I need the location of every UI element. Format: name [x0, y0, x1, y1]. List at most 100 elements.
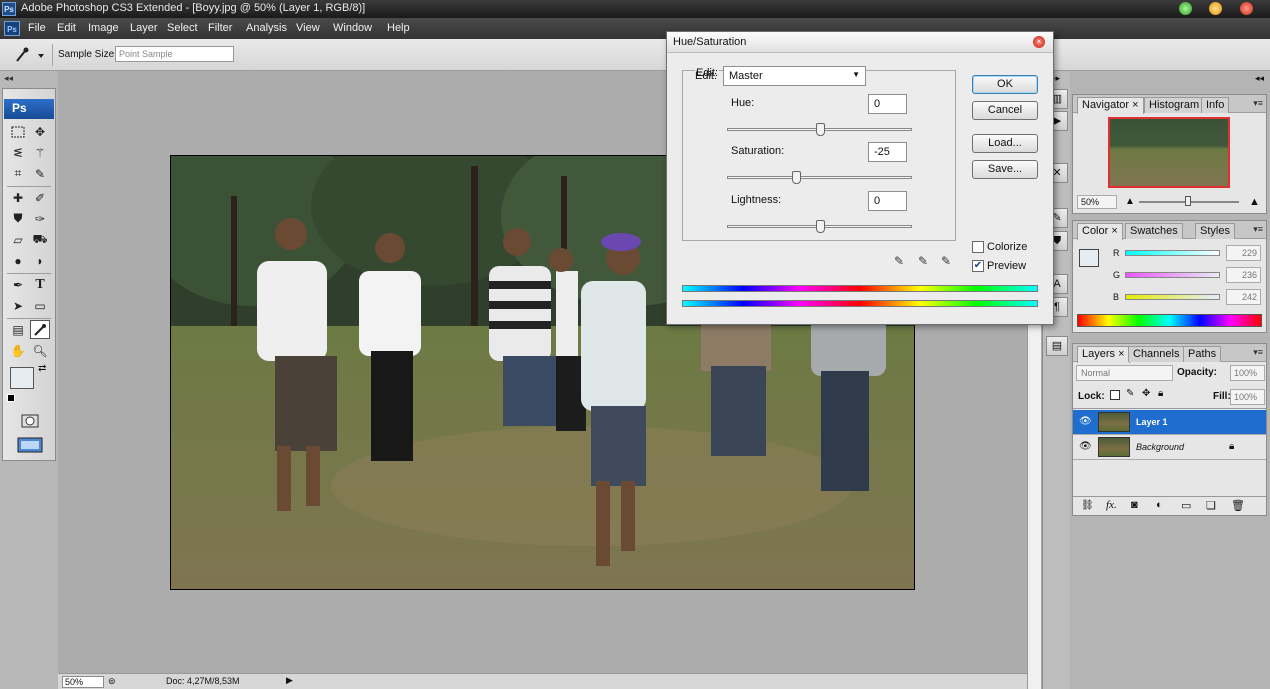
status-menu-arrow-icon[interactable]: ▶: [286, 675, 296, 689]
brush-tool-icon[interactable]: ✐: [30, 188, 50, 207]
visibility-eye-icon[interactable]: 👁︎: [1079, 416, 1092, 427]
eyedropper-icon[interactable]: ✎: [891, 254, 907, 270]
menu-select[interactable]: Select: [167, 22, 198, 34]
g-value[interactable]: 236: [1226, 267, 1261, 283]
lock-all-icon[interactable]: 🔒︎: [1158, 388, 1163, 399]
saturation-slider[interactable]: [727, 171, 912, 184]
opacity-field[interactable]: 100%: [1230, 365, 1265, 381]
fill-field[interactable]: 100%: [1230, 389, 1265, 405]
lightness-slider[interactable]: [727, 220, 912, 233]
zoom-in-icon[interactable]: ▲: [1249, 196, 1260, 208]
type-tool-icon[interactable]: T: [30, 275, 50, 294]
ok-button[interactable]: OK: [972, 75, 1038, 94]
menu-analysis[interactable]: Analysis: [246, 22, 287, 34]
dodge-tool-icon[interactable]: ◗: [30, 251, 50, 270]
lock-transparency-icon[interactable]: [1110, 390, 1120, 400]
load-button[interactable]: Load...: [972, 134, 1038, 153]
fx-icon[interactable]: fx.: [1106, 499, 1117, 511]
tab-styles[interactable]: Styles: [1195, 223, 1235, 239]
tab-navigator[interactable]: Navigator ×: [1077, 97, 1144, 114]
b-slider[interactable]: [1125, 294, 1220, 300]
save-button[interactable]: Save...: [972, 160, 1038, 179]
healing-brush-tool-icon[interactable]: ✚: [8, 188, 28, 207]
move-tool-icon[interactable]: ✥: [30, 122, 50, 141]
navigator-zoom-thumb[interactable]: [1185, 196, 1191, 206]
tab-layers[interactable]: Layers ×: [1077, 346, 1130, 363]
collapse-arrows-icon[interactable]: ◂◂: [4, 73, 13, 84]
tab-histogram[interactable]: Histogram: [1144, 97, 1205, 113]
sample-size-select[interactable]: Point Sample: [115, 46, 234, 62]
hue-slider-thumb[interactable]: [815, 123, 825, 136]
lightness-slider-thumb[interactable]: [815, 220, 825, 233]
hue-input[interactable]: 0: [868, 94, 907, 114]
eraser-tool-icon[interactable]: ▱: [8, 230, 28, 249]
layer-row-layer-1[interactable]: 👁︎ Layer 1: [1073, 410, 1266, 435]
menu-edit[interactable]: Edit: [57, 22, 76, 34]
tool-preset-picker[interactable]: [8, 45, 46, 65]
navigator-zoom-field[interactable]: 50%: [1077, 195, 1117, 209]
cancel-button[interactable]: Cancel: [972, 101, 1038, 120]
tab-paths[interactable]: Paths: [1183, 346, 1222, 362]
zoom-out-icon[interactable]: ▲: [1125, 196, 1135, 207]
close-button[interactable]: [1240, 2, 1253, 15]
paint-bucket-tool-icon[interactable]: ⛟: [30, 230, 50, 249]
notes-tool-icon[interactable]: ▤: [8, 320, 28, 339]
eyedropper-minus-icon[interactable]: ✎: [938, 254, 954, 270]
tab-info[interactable]: Info: [1201, 97, 1230, 113]
hue-slider[interactable]: [727, 123, 912, 136]
menu-image[interactable]: Image: [88, 22, 119, 34]
history-brush-tool-icon[interactable]: ✑: [30, 209, 50, 228]
b-value[interactable]: 242: [1226, 289, 1261, 305]
color-ramp[interactable]: [1077, 314, 1262, 327]
r-slider[interactable]: [1125, 250, 1220, 256]
panel-menu-icon[interactable]: ▾≡: [1253, 224, 1263, 235]
lightness-input[interactable]: 0: [868, 191, 907, 211]
lasso-tool-icon[interactable]: ᓬ: [8, 143, 28, 162]
screen-mode-icon[interactable]: [15, 435, 45, 454]
menu-file[interactable]: File: [28, 22, 46, 34]
preview-checkbox[interactable]: ✔: [972, 260, 984, 272]
collapse-panels-icon[interactable]: ◂◂: [1255, 73, 1264, 84]
menu-layer[interactable]: Layer: [130, 22, 158, 34]
g-slider[interactable]: [1125, 272, 1220, 278]
blend-mode-select[interactable]: Normal: [1076, 365, 1173, 381]
quick-mask-icon[interactable]: [18, 411, 42, 430]
restore-button[interactable]: [1209, 2, 1222, 15]
panel-menu-icon[interactable]: ▾≡: [1253, 98, 1263, 109]
tab-channels[interactable]: Channels: [1128, 346, 1185, 362]
default-colors-icon[interactable]: [7, 394, 15, 402]
lock-pixels-icon[interactable]: ✎: [1126, 388, 1134, 399]
foreground-color-swatch[interactable]: [10, 367, 34, 389]
magic-wand-tool-icon[interactable]: ⚚: [30, 143, 50, 162]
layer-row-background[interactable]: 👁︎ Background 🔒︎: [1073, 435, 1266, 460]
crop-tool-icon[interactable]: ⌗: [8, 164, 28, 183]
link-icon[interactable]: ⛓: [1081, 500, 1094, 511]
path-selection-tool-icon[interactable]: ➤: [8, 296, 28, 315]
menu-view[interactable]: View: [296, 22, 320, 34]
new-layer-icon[interactable]: ❏: [1206, 499, 1216, 512]
app-icon[interactable]: Ps: [4, 21, 20, 36]
eyedropper-tool-icon[interactable]: [30, 320, 50, 339]
color-foreground-swatch[interactable]: [1079, 249, 1099, 267]
dialog-close-button[interactable]: ×: [1033, 36, 1045, 48]
panel-menu-icon[interactable]: ▾≡: [1253, 347, 1263, 358]
r-value[interactable]: 229: [1226, 245, 1261, 261]
edit-channel-select[interactable]: Master ▼: [723, 66, 866, 86]
swap-colors-icon[interactable]: ⇄: [38, 363, 46, 374]
adjustment-icon[interactable]: ◐: [1156, 499, 1163, 511]
saturation-slider-thumb[interactable]: [792, 171, 802, 184]
clone-stamp-tool-icon[interactable]: ⛊: [8, 209, 28, 228]
zoom-tool-icon[interactable]: 🔍︎: [30, 341, 50, 360]
tab-swatches[interactable]: Swatches: [1125, 223, 1183, 239]
status-preview-icon[interactable]: ⊜: [108, 676, 116, 687]
trash-icon[interactable]: 🗑︎: [1231, 499, 1245, 512]
hand-tool-icon[interactable]: ✋: [8, 341, 28, 360]
marquee-tool-icon[interactable]: [8, 122, 28, 141]
menu-help[interactable]: Help: [387, 22, 410, 34]
saturation-input[interactable]: -25: [868, 142, 907, 162]
folder-icon[interactable]: ▭: [1181, 499, 1191, 512]
menu-filter[interactable]: Filter: [208, 22, 232, 34]
visibility-eye-icon[interactable]: 👁︎: [1079, 441, 1092, 452]
mask-icon[interactable]: ◙: [1131, 499, 1138, 511]
zoom-level-field[interactable]: 50%: [62, 676, 104, 688]
